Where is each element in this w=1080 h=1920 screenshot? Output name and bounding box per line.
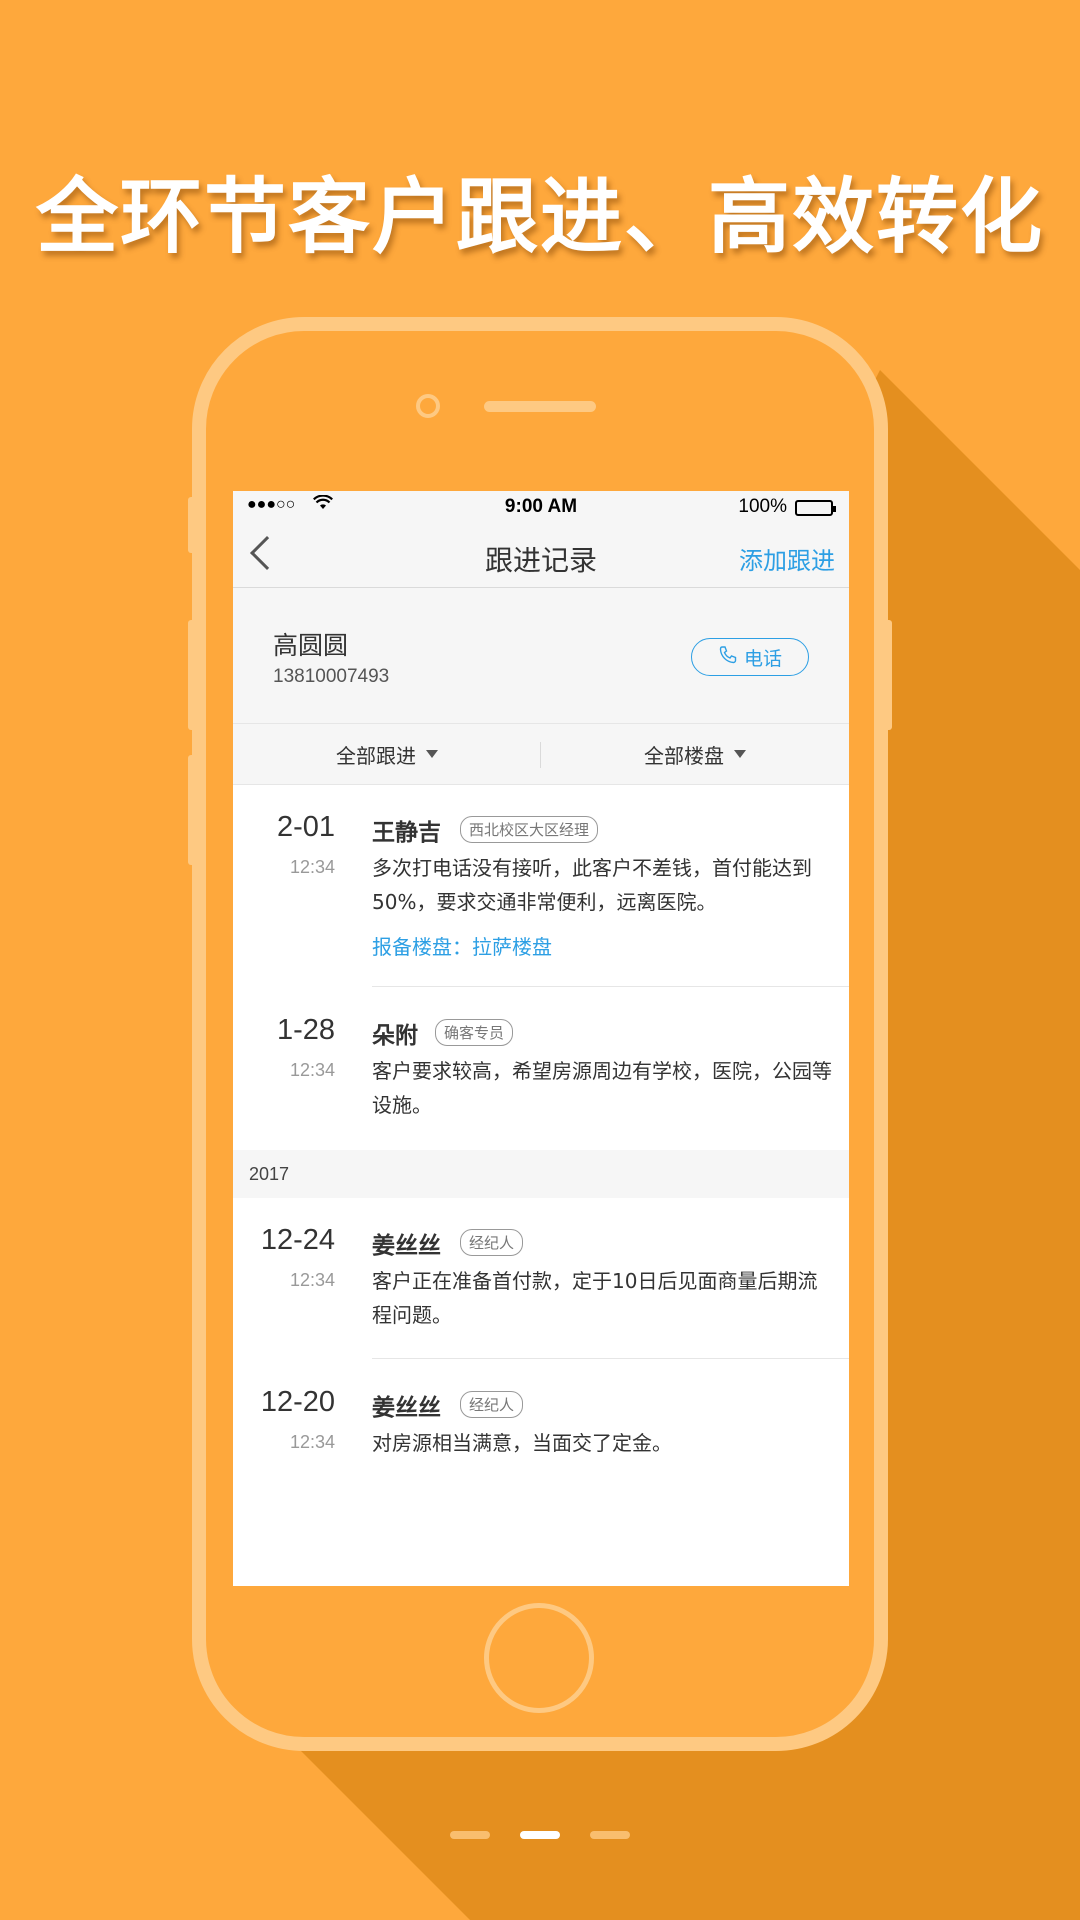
app-screen: ●●●○○ 9:00 AM 100% 跟进记录 添加跟进 高圆圆 1381000…: [233, 491, 849, 1586]
follow-up-record[interactable]: 12-20 12:34 姜丝丝 经纪人 对房源相当满意，当面交了定金。: [233, 1360, 849, 1500]
phone-speaker: [484, 401, 596, 412]
phone-icon: [718, 645, 738, 670]
follow-up-record[interactable]: 1-28 12:34 朵附 确客专员 客户要求较高，希望房源周边有学校，医院，公…: [233, 988, 849, 1150]
battery-percent: 100%: [738, 496, 787, 517]
phone-volume-down: [188, 755, 196, 865]
page-dot-active[interactable]: [520, 1831, 560, 1839]
customer-name: 高圆圆: [273, 631, 349, 660]
record-time: 12:34: [289, 857, 335, 877]
phone-volume-up: [188, 620, 196, 730]
call-button-label: 电话: [743, 647, 782, 670]
record-time: 12:34: [289, 1270, 335, 1290]
record-divider: [372, 1358, 849, 1359]
navigation-bar: 跟进记录 添加跟进: [233, 523, 849, 588]
filter-divider: [540, 742, 541, 768]
record-divider: [372, 986, 849, 987]
phone-power-button: [884, 620, 892, 730]
record-content: 客户要求较高，希望房源周边有学校，医院，公园等设施。: [372, 1059, 832, 1117]
record-date: 12-24: [260, 1224, 335, 1256]
record-author: 姜丝丝: [372, 1233, 441, 1259]
year-section-header: 2017: [233, 1150, 849, 1198]
record-content: 多次打电话没有接听，此客户不差钱，首付能达到50%，要求交通非常便利，远离医院。: [372, 856, 812, 914]
dropdown-arrow-icon: [734, 750, 746, 758]
follow-up-record[interactable]: 2-01 12:34 王静吉 西北校区大区经理 多次打电话没有接听，此客户不差钱…: [233, 785, 849, 988]
call-button[interactable]: 电话: [691, 638, 809, 676]
filter-property-dropdown[interactable]: 全部楼盘: [541, 724, 849, 784]
record-date: 12-20: [260, 1386, 335, 1418]
page-dot[interactable]: [590, 1831, 630, 1839]
record-property-link[interactable]: 报备楼盘：拉萨楼盘: [372, 931, 552, 960]
record-content: 对房源相当满意，当面交了定金。: [372, 1431, 672, 1455]
record-role-badge: 经纪人: [460, 1229, 524, 1256]
record-role-badge: 西北校区大区经理: [460, 816, 599, 843]
page-dot[interactable]: [450, 1831, 490, 1839]
record-time: 12:34: [289, 1060, 335, 1080]
filter-follow-dropdown[interactable]: 全部跟进: [233, 724, 541, 784]
add-follow-up-button[interactable]: 添加跟进: [739, 541, 835, 576]
record-content: 客户正在准备首付款，定于10日后见面商量后期流程问题。: [372, 1269, 818, 1327]
dropdown-arrow-icon: [426, 750, 438, 758]
customer-card: 高圆圆 13810007493 电话: [233, 588, 849, 724]
record-author: 朵附: [372, 1023, 418, 1049]
filter-property-label: 全部楼盘: [644, 743, 724, 768]
phone-home-button: [484, 1603, 594, 1713]
filter-bar: 全部跟进 全部楼盘: [233, 724, 849, 785]
record-date: 2-01: [276, 811, 335, 843]
record-role-badge: 经纪人: [460, 1391, 524, 1418]
record-role-badge: 确客专员: [435, 1019, 514, 1046]
filter-follow-label: 全部跟进: [336, 743, 416, 768]
phone-camera: [416, 394, 440, 418]
page-indicator: [0, 1831, 1080, 1839]
promo-headline: 全环节客户跟进、高效转化: [35, 170, 1044, 265]
phone-mute-switch: [188, 497, 196, 553]
customer-phone: 13810007493: [273, 666, 390, 687]
status-bar: ●●●○○ 9:00 AM 100%: [233, 491, 849, 523]
record-date: 1-28: [276, 1014, 335, 1046]
record-author: 姜丝丝: [372, 1395, 441, 1421]
follow-up-record[interactable]: 12-24 12:34 姜丝丝 经纪人 客户正在准备首付款，定于10日后见面商量…: [233, 1198, 849, 1360]
battery-icon: [795, 500, 836, 516]
record-author: 王静吉: [372, 820, 441, 846]
record-time: 12:34: [289, 1432, 335, 1452]
